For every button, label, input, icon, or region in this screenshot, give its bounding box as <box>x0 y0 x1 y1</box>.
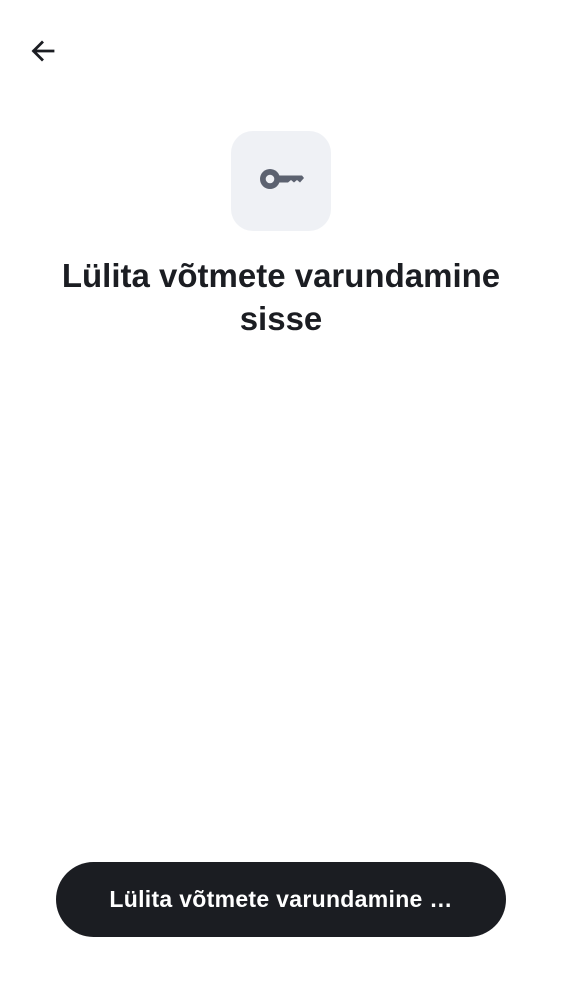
page-title: Lülita võtmete varundamine sisse <box>61 257 501 337</box>
enable-key-backup-button[interactable]: Lülita võtmete varundamine … <box>56 862 506 937</box>
key-icon <box>258 166 304 197</box>
arrow-left-icon <box>29 37 57 65</box>
key-icon-tile <box>231 131 331 231</box>
back-button[interactable] <box>22 30 64 72</box>
